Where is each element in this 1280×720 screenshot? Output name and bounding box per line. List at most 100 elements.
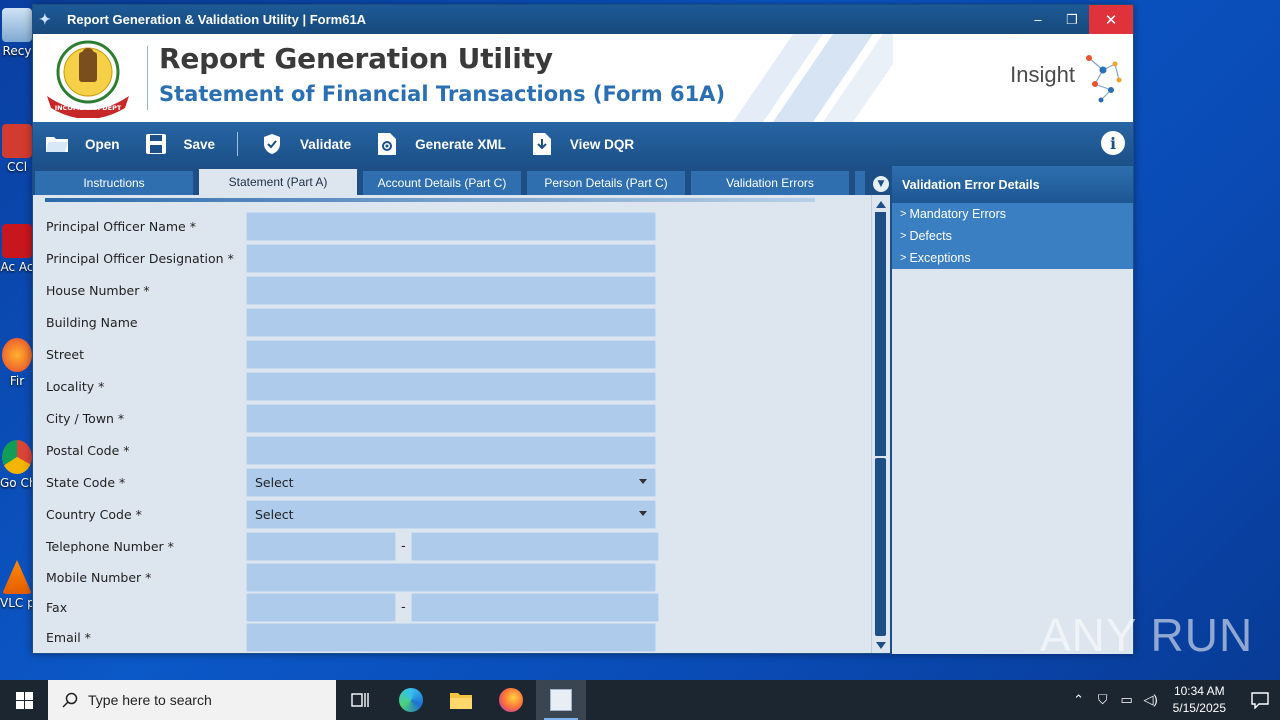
tab-overflow-chevron-icon[interactable]: ▼ [873,176,889,192]
tree-node-label: Exceptions [909,251,971,265]
generate-xml-button[interactable]: Generate XML [363,122,518,166]
desktop-icon-acrobat[interactable]: Ac Ac [0,224,34,275]
content-area: Instructions Statement (Part A) Account … [33,166,1133,654]
form-row: Street [33,340,871,370]
ccleaner-icon [2,124,32,158]
field-label: Locality * [46,379,105,394]
close-button[interactable]: ✕ [1089,5,1133,34]
volume-icon[interactable]: ◁) [1139,692,1163,708]
generate-xml-label: Generate XML [415,136,506,152]
edge-taskbar-button[interactable] [386,680,436,720]
save-button[interactable]: Save [132,122,228,166]
tree-node-exceptions[interactable]: > Exceptions [892,247,1133,269]
tab-person-details[interactable]: Person Details (Part C) [527,171,685,195]
fax-std-code-input[interactable] [246,593,396,622]
field-label: Postal Code * [46,443,130,458]
scroll-down-arrow-icon[interactable] [876,642,886,649]
field-label: Mobile Number * [46,570,152,585]
network-icon[interactable]: ▭ [1115,692,1139,708]
scroll-up-arrow-icon[interactable] [876,201,886,208]
app-window: ✦ Report Generation & Validation Utility… [32,4,1134,654]
desktop-icon-recycle-bin[interactable]: Recy [0,8,34,59]
taskbar-search-box[interactable]: Type here to search [48,680,336,720]
tree-node-label: Mandatory Errors [909,207,1006,221]
telephone-std-code-input[interactable] [246,532,396,561]
vlc-icon [2,560,32,594]
principal-officer-name-input[interactable] [246,212,656,241]
security-icon[interactable]: ⛉ [1091,692,1115,708]
tab-label: Validation Errors [726,176,814,190]
form-row: House Number * [33,276,871,306]
tab-label: Instructions [83,176,145,190]
report-utility-icon [550,689,572,711]
folder-open-icon [45,131,69,157]
firefox-taskbar-button[interactable] [486,680,536,720]
field-label: Principal Officer Name * [46,219,196,234]
task-view-icon [351,693,369,707]
tree-node-defects[interactable]: > Defects [892,225,1133,247]
state-code-select[interactable]: Select [246,468,656,497]
open-button[interactable]: Open [33,122,132,166]
fax-number-input[interactable] [411,593,659,622]
tab-validation-errors[interactable]: Validation Errors [691,171,849,195]
tab-account-details[interactable]: Account Details (Part C) [363,171,521,195]
house-number-input[interactable] [246,276,656,305]
notifications-button[interactable] [1240,691,1280,709]
chevron-up-icon[interactable]: ⌃ [1067,692,1091,708]
scrollbar-track-filled [875,212,886,456]
title-bar[interactable]: ✦ Report Generation & Validation Utility… [33,5,1133,34]
tab-statement-part-a[interactable]: Statement (Part A) [199,169,357,195]
tab-instructions[interactable]: Instructions [35,171,193,195]
minimize-button[interactable]: – [1021,5,1055,34]
view-dqr-button[interactable]: View DQR [518,122,646,166]
shield-check-icon [260,131,284,157]
scrollbar-thumb[interactable] [875,458,886,636]
telephone-number-input[interactable] [411,532,659,561]
form-row: Building Name [33,308,871,338]
start-button[interactable] [0,680,48,720]
country-code-select[interactable]: Select [246,500,656,529]
desktop-icon-ccleaner[interactable]: CCl [0,124,34,175]
principal-officer-designation-input[interactable] [246,244,656,273]
desktop-icon-vlc[interactable]: VLC pl [0,560,34,611]
email-input[interactable] [246,623,656,652]
select-value: Select [255,475,294,490]
postal-code-input[interactable] [246,436,656,465]
tab-label: Account Details (Part C) [377,176,507,190]
locality-input[interactable] [246,372,656,401]
form-scrollbar[interactable] [871,195,889,653]
insight-logo-icon [1086,55,1122,103]
validate-button[interactable]: Validate [248,122,363,166]
building-name-input[interactable] [246,308,656,337]
desktop-icon-label: Recy [2,44,32,58]
task-view-button[interactable] [336,680,386,720]
form-row: Principal Officer Name * [33,212,871,242]
form-row: City / Town * [33,404,871,434]
restore-button[interactable]: ❐ [1055,5,1089,34]
clock[interactable]: 10:34 AM 5/15/2025 [1173,683,1226,717]
desktop-icon-chrome[interactable]: Go Ch [0,440,34,491]
folder-icon [450,693,472,709]
street-input[interactable] [246,340,656,369]
save-icon [144,131,168,157]
chevron-right-icon: > [900,208,907,220]
city-town-input[interactable] [246,404,656,433]
desktop-icon-firefox[interactable]: Fir [0,338,34,389]
desktop-icon-label: CCl [6,160,28,174]
tab-overflow[interactable] [855,171,865,195]
tree-node-mandatory-errors[interactable]: > Mandatory Errors [892,203,1133,225]
file-explorer-taskbar-button[interactable] [436,680,486,720]
form-row: Locality * [33,372,871,402]
chevron-down-icon [639,511,647,516]
desktop-icon-label: VLC pl [0,596,34,610]
report-utility-taskbar-button[interactable] [536,680,586,720]
windows-logo-icon [15,691,33,709]
notification-icon [1251,692,1269,709]
section-divider [45,198,815,202]
info-icon[interactable]: i [1101,131,1125,155]
banner-stripes [733,34,893,122]
chevron-right-icon: > [900,252,907,264]
system-tray: ⌃ ⛉ ▭ ◁) 10:34 AM 5/15/2025 [1067,680,1280,720]
field-label: Country Code * [46,507,142,522]
mobile-number-input[interactable] [246,563,656,592]
